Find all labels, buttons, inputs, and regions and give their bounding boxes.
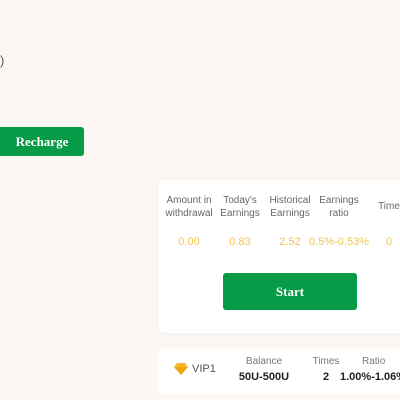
stat-label: Amount in withdrawal	[165, 195, 213, 219]
diamond-icon	[174, 363, 188, 375]
recharge-button[interactable]: Recharge	[0, 127, 84, 156]
stat-time: Time 0	[374, 200, 400, 248]
vip-badge: VIP1	[174, 363, 216, 375]
stat-earnings-ratio: Earnings ratio 0.5%-0.53%	[306, 194, 372, 248]
stat-value: 0	[385, 236, 393, 248]
stat-value: 0.5%-0.53%	[309, 236, 369, 248]
earnings-stats-card: Amount in withdrawal 0.00 Today's Earnin…	[158, 180, 400, 333]
stat-value: 0.83	[229, 236, 251, 248]
vip-balance-label: Balance	[245, 356, 283, 367]
vip-name: VIP1	[192, 363, 216, 375]
header-text-fragment: )	[0, 53, 5, 68]
stat-label: Time	[378, 201, 400, 212]
stat-todays-earnings: Today's Earnings 0.83	[218, 194, 262, 248]
page: ) Recharge Amount in withdrawal 0.00 Tod…	[0, 0, 400, 400]
start-button[interactable]: Start	[223, 273, 357, 310]
stat-amount-in-withdrawal: Amount in withdrawal 0.00	[162, 194, 216, 248]
vip-balance: Balance 50U-500U	[236, 356, 292, 383]
stat-label: Earnings ratio	[319, 195, 359, 219]
stat-value: 0.00	[178, 236, 200, 248]
vip-level-card[interactable]: VIP1 Balance 50U-500U Times 2 Ratio 1.00…	[158, 348, 400, 394]
vip-ratio-label: Ratio	[362, 356, 386, 367]
vip-ratio-value: 1.00%-1.06%	[340, 371, 400, 383]
vip-balance-value: 50U-500U	[238, 371, 290, 383]
stat-label: Today's Earnings	[220, 195, 260, 219]
vip-ratio: Ratio 1.00%-1.06%	[338, 356, 400, 383]
